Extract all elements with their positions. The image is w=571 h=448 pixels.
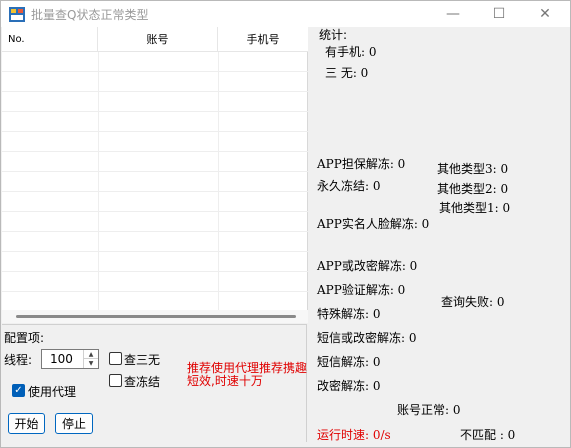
stat-sms-or-pwd: 短信或改密解冻: 0 — [317, 331, 417, 345]
stat-normal: 账号正常: 0 — [397, 403, 461, 417]
stat-speed: 运行时速: 0/s — [317, 428, 391, 442]
stat-query-failed: 查询失败: 0 — [441, 295, 505, 309]
title-bar: 批量查Q状态正常类型 — ☐ ✕ — [1, 1, 570, 27]
app-icon — [9, 7, 25, 22]
minimize-button[interactable]: — — [430, 1, 476, 27]
main-window: 批量查Q状态正常类型 — ☐ ✕ No. 账号 手机号 配置项: 线程: 100… — [0, 0, 571, 448]
threads-label: 线程: — [4, 353, 33, 367]
use-proxy-checkbox[interactable]: ✓ — [12, 384, 25, 397]
column-header-no[interactable]: No. — [2, 27, 98, 52]
stat-mismatch: 不匹配 : 0 — [460, 428, 516, 442]
threads-stepper[interactable]: 100 ▲ ▼ — [41, 349, 99, 369]
stat-sanwu: 三 无: 0 — [325, 66, 369, 80]
window-title: 批量查Q状态正常类型 — [31, 8, 149, 22]
stat-permanent-frozen: 永久冻结: 0 — [317, 179, 381, 193]
scrollbar-thumb[interactable] — [16, 315, 296, 318]
stat-other-type2: 其他类型2: 0 — [437, 182, 509, 196]
stepper-buttons: ▲ ▼ — [83, 350, 98, 368]
stat-other-type1: 其他类型1: 0 — [439, 201, 511, 215]
stat-change-pwd: 改密解冻: 0 — [317, 379, 381, 393]
stat-app-or-pwd: APP或改密解冻: 0 — [317, 259, 418, 273]
check-frozen-checkbox[interactable] — [109, 374, 122, 387]
config-title: 配置项: — [4, 331, 45, 345]
stat-sms: 短信解冻: 0 — [317, 355, 381, 369]
list-body[interactable] — [2, 52, 308, 310]
column-header-phone[interactable]: 手机号 — [218, 27, 308, 52]
stat-app-verify: APP验证解冻: 0 — [317, 283, 406, 297]
horizontal-scrollbar[interactable] — [2, 310, 308, 323]
list-header: No. 账号 手机号 — [2, 27, 308, 52]
stat-app-face: APP实名人脸解冻: 0 — [317, 217, 430, 231]
stat-other-type3: 其他类型3: 0 — [437, 162, 509, 176]
stat-special: 特殊解冻: 0 — [317, 307, 381, 321]
column-divider — [98, 52, 99, 310]
stop-button[interactable]: 停止 — [55, 413, 93, 434]
check-sanwu-label[interactable]: 查三无 — [124, 351, 160, 368]
threads-value[interactable]: 100 — [50, 352, 73, 366]
column-divider — [218, 52, 219, 310]
maximize-button[interactable]: ☐ — [476, 1, 522, 27]
use-proxy-label[interactable]: 使用代理 — [28, 383, 76, 400]
check-frozen-label[interactable]: 查冻结 — [124, 373, 160, 390]
stepper-up-icon[interactable]: ▲ — [84, 350, 98, 359]
stat-app-guarantee: APP担保解冻: 0 — [317, 157, 406, 171]
stats-heading: 统计: — [319, 28, 348, 42]
stepper-down-icon[interactable]: ▼ — [84, 359, 98, 368]
column-header-account[interactable]: 账号 — [98, 27, 218, 52]
start-button[interactable]: 开始 — [8, 413, 45, 434]
stat-has-phone: 有手机: 0 — [325, 45, 377, 59]
check-sanwu-checkbox[interactable] — [109, 352, 122, 365]
account-list[interactable]: No. 账号 手机号 — [2, 27, 308, 323]
proxy-notice: 推荐使用代理推荐携趣 短效,时速十万 — [187, 361, 308, 388]
close-button[interactable]: ✕ — [522, 1, 568, 27]
